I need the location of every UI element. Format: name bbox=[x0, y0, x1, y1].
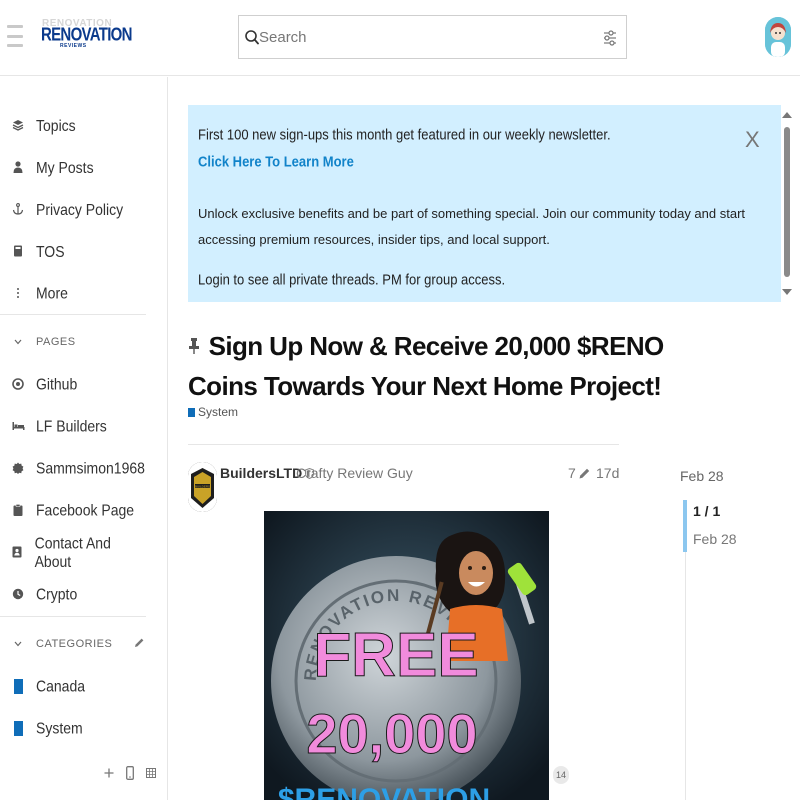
scroll-down-arrow-icon[interactable] bbox=[782, 289, 792, 295]
sidebar-item-label: Crypto bbox=[36, 584, 78, 604]
banner-headline: First 100 new sign-ups this month get fe… bbox=[198, 125, 611, 144]
sidebar-section-title: CATEGORIES bbox=[36, 638, 113, 650]
edit-count: 7 bbox=[568, 465, 576, 481]
banner-close-button[interactable]: X bbox=[745, 129, 760, 151]
announcement-banner: First 100 new sign-ups this month get fe… bbox=[188, 105, 781, 302]
sidebar-section-categories-toggle[interactable]: CATEGORIES bbox=[0, 634, 146, 654]
sidebar-item-facebook-page[interactable]: Facebook Page bbox=[0, 495, 146, 525]
pinned-icon bbox=[188, 326, 202, 366]
mobile-icon[interactable] bbox=[126, 766, 134, 780]
sidebar-item-privacy-policy[interactable]: Privacy Policy bbox=[0, 194, 146, 224]
sidebar-item-canada[interactable]: Canada bbox=[0, 671, 146, 701]
post-image[interactable]: RENOVATION REVIEWS FREE 20,000 $RENOVATI… bbox=[264, 511, 549, 800]
poster-avatar-image: BUILDERS bbox=[188, 462, 217, 512]
book-icon bbox=[0, 245, 36, 257]
plus-icon[interactable] bbox=[104, 768, 114, 778]
topic-category-label: System bbox=[198, 405, 239, 419]
promo-image: RENOVATION REVIEWS FREE 20,000 $RENOVATI… bbox=[264, 511, 549, 800]
badge-icon bbox=[0, 462, 36, 474]
search-bar[interactable] bbox=[238, 15, 627, 59]
sidebar-item-contact-and-about[interactable]: Contact And About bbox=[0, 534, 146, 570]
anchor-icon bbox=[0, 203, 36, 215]
topic-title-text: Sign Up Now & Receive 20,000 $RENO Coins… bbox=[188, 331, 664, 401]
sidebar-item-lf-builders[interactable]: LF Builders bbox=[0, 411, 146, 441]
sidebar-item-label: My Posts bbox=[36, 157, 94, 177]
banner-paragraph: Unlock exclusive benefits and be part of… bbox=[198, 206, 746, 247]
site-logo[interactable]: RENOVATION RENOVATION REVIEWS bbox=[40, 18, 132, 54]
sidebar-item-tos[interactable]: TOS bbox=[0, 236, 146, 266]
poster-avatar[interactable]: BUILDERS bbox=[188, 462, 217, 512]
sidebar-item-label: Contact And About bbox=[34, 533, 111, 571]
post-edit-history[interactable]: 7 bbox=[568, 465, 591, 481]
sidebar-divider bbox=[0, 616, 146, 617]
logo-subtext: REVIEWS bbox=[60, 43, 87, 49]
promo-text-token: $RENOVATION bbox=[278, 783, 490, 800]
timeline-handle[interactable] bbox=[683, 500, 687, 552]
image-count-badge[interactable]: 14 bbox=[553, 766, 569, 784]
github-icon bbox=[0, 378, 36, 390]
hamburger-menu-icon[interactable] bbox=[7, 25, 23, 47]
site-header: RENOVATION RENOVATION REVIEWS bbox=[0, 0, 800, 76]
learn-more-link[interactable]: Click Here To Learn More bbox=[198, 153, 354, 170]
topic-title: Sign Up Now & Receive 20,000 $RENO Coins… bbox=[188, 326, 728, 406]
chevron-down-icon bbox=[0, 641, 36, 647]
layers-icon bbox=[0, 119, 36, 131]
topic-category-badge[interactable]: System bbox=[188, 405, 238, 419]
user-avatar[interactable] bbox=[765, 17, 791, 57]
scroll-up-arrow-icon[interactable] bbox=[782, 112, 792, 118]
sidebar-item-label: Topics bbox=[36, 115, 76, 135]
sidebar-item-label: Facebook Page bbox=[36, 500, 135, 520]
clipboard-icon bbox=[0, 504, 36, 516]
sidebar-item-sammsimon1968[interactable]: Sammsimon1968 bbox=[0, 453, 146, 483]
timeline-position: 1 / 1 bbox=[693, 503, 721, 519]
sidebar-footer bbox=[104, 766, 156, 780]
sidebar-item-label: System bbox=[36, 718, 83, 738]
sidebar: Topics My Posts Privacy Policy TOS More … bbox=[0, 77, 168, 800]
address-book-icon bbox=[0, 546, 35, 558]
search-filter-icon[interactable] bbox=[602, 28, 618, 48]
sidebar-item-topics[interactable]: Topics bbox=[0, 110, 146, 140]
keyboard-shortcuts-icon[interactable] bbox=[146, 768, 156, 778]
ellipsis-vertical-icon bbox=[0, 287, 36, 299]
sidebar-item-label: TOS bbox=[36, 241, 65, 261]
timeline-position-date: Feb 28 bbox=[693, 531, 737, 547]
search-input[interactable] bbox=[259, 26, 579, 48]
pencil-icon bbox=[579, 468, 589, 478]
sidebar-section-pages-toggle[interactable]: PAGES bbox=[0, 332, 146, 352]
clock-icon bbox=[0, 588, 36, 600]
sidebar-item-crypto[interactable]: Crypto bbox=[0, 579, 146, 609]
banner-scrollbar[interactable] bbox=[781, 105, 795, 302]
sidebar-divider bbox=[0, 314, 146, 315]
sidebar-item-label: Privacy Policy bbox=[36, 199, 124, 219]
scrollbar-thumb[interactable] bbox=[784, 127, 790, 277]
user-icon bbox=[0, 161, 36, 173]
sidebar-item-more[interactable]: More bbox=[0, 278, 146, 308]
sidebar-item-system[interactable]: System bbox=[0, 713, 146, 743]
bed-icon bbox=[0, 421, 36, 431]
avatar-image bbox=[765, 17, 791, 57]
sidebar-item-label: Github bbox=[36, 374, 78, 394]
banner-login-note: Login to see all private threads. PM for… bbox=[198, 270, 506, 289]
sidebar-item-label: Sammsimon1968 bbox=[36, 458, 145, 478]
pencil-icon[interactable] bbox=[133, 637, 145, 649]
category-color-swatch bbox=[13, 678, 23, 694]
sidebar-item-github[interactable]: Github bbox=[0, 369, 146, 399]
sidebar-item-label: LF Builders bbox=[36, 416, 107, 436]
chevron-down-icon bbox=[0, 339, 36, 345]
sidebar-section-title: PAGES bbox=[36, 336, 76, 348]
sidebar-item-my-posts[interactable]: My Posts bbox=[0, 152, 146, 182]
topic-divider bbox=[188, 444, 619, 445]
post-date[interactable]: 17d bbox=[596, 465, 619, 481]
category-color-swatch bbox=[13, 720, 23, 736]
promo-text-amount: 20,000 bbox=[306, 702, 477, 765]
poster-username-text: BuildersLTD bbox=[220, 465, 303, 481]
sidebar-item-label: More bbox=[36, 283, 68, 303]
timeline-start-date[interactable]: Feb 28 bbox=[680, 468, 724, 484]
category-color-swatch bbox=[188, 407, 195, 417]
avatar-text: BUILDERS bbox=[195, 484, 210, 488]
sidebar-item-label: Canada bbox=[36, 676, 86, 696]
poster-user-title: Crafty Review Guy bbox=[296, 465, 413, 481]
promo-text-free: FREE bbox=[313, 621, 478, 690]
